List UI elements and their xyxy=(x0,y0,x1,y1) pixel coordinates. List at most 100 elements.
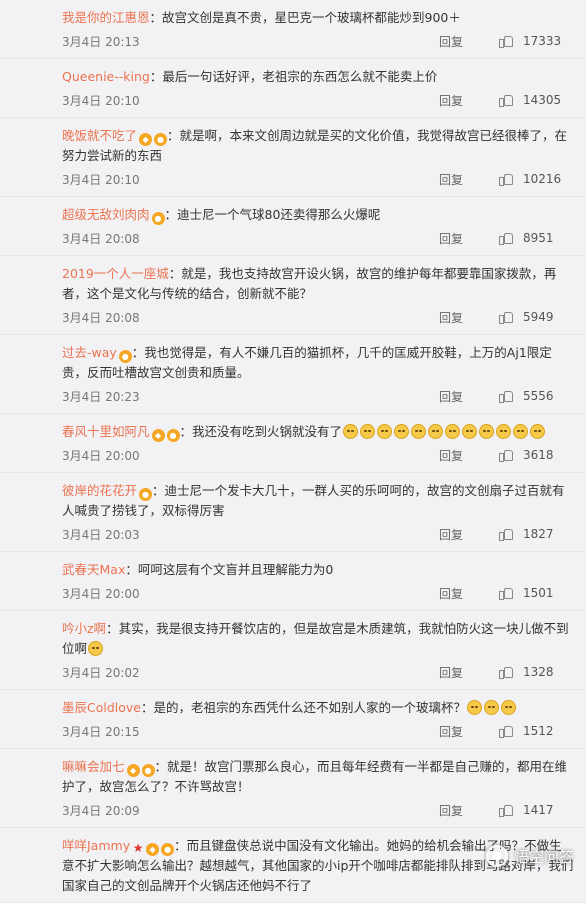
comment-body: ：我还没有吃到火锅就没有了 xyxy=(179,424,343,439)
comment-username[interactable]: 武春天Max xyxy=(62,562,125,577)
comment-meta: 3月4日 20:23 回复 5556 xyxy=(62,385,574,407)
comment-username[interactable]: 吟小z啊 xyxy=(62,621,106,636)
comment-item: 彼岸的花花开 ● ：迪士尼一个发卡大几十，一群人买的乐呵呵的，故宫的文创扇子过百就有… xyxy=(0,473,586,552)
like-button[interactable]: 1417 xyxy=(499,803,574,817)
comment-text-block: 墨辰Coldlove：是的，老祖宗的东西凭什么还不如别人家的一个玻璃杯？ xyxy=(62,698,574,718)
like-button[interactable]: 1328 xyxy=(499,665,574,679)
like-button[interactable]: 3618 xyxy=(499,448,574,462)
reply-button[interactable]: 回复 xyxy=(439,230,499,247)
comment-item: Queenie--king：最后一句话好评，老祖宗的东西怎么就不能卖上价 3月4日… xyxy=(0,59,586,118)
comment-text-block: 我是你的江惠恩：故宫文创是真不贵，星巴克一个玻璃杯都能炒到900＋ xyxy=(62,8,574,28)
reply-button[interactable]: 回复 xyxy=(439,92,499,109)
comment-username[interactable]: 咩咩Jammy xyxy=(62,838,130,853)
wukong-logo-icon xyxy=(485,845,508,867)
v-badge-icon: ● xyxy=(166,429,180,442)
like-button[interactable]: 10216 xyxy=(499,172,574,186)
reply-button[interactable]: 回复 xyxy=(439,723,499,740)
comment-meta: 3月4日 20:00 回复 3618 xyxy=(62,444,574,466)
crying-emoji-icon xyxy=(496,424,512,439)
comment-date: 3月4日 20:02 xyxy=(62,665,140,680)
reply-button[interactable]: 回复 xyxy=(439,388,499,405)
comment-text-block: 嘛嘛会加七 ◆ ● ：就是！故宫门票那么良心，而且每年经费有一半都是自己赚的，都用在维… xyxy=(62,757,574,797)
reply-button[interactable]: 回复 xyxy=(439,447,499,464)
comment-item: 过去-way ● ：我也觉得是，有人不嫌几百的猫抓杯，几千的匡威开胶鞋，上万的Aj1… xyxy=(0,335,586,414)
like-button[interactable]: 1501 xyxy=(499,586,574,600)
comment-date: 3月4日 20:00 xyxy=(62,448,140,463)
crying-emoji-icon xyxy=(467,700,483,715)
comment-date: 3月4日 20:10 xyxy=(62,172,140,187)
reply-button[interactable]: 回复 xyxy=(439,33,499,50)
reply-button[interactable]: 回复 xyxy=(439,664,499,681)
comment-meta: 3月4日 20:08 回复 5949 xyxy=(62,306,574,328)
comment-username[interactable]: 我是你的江惠恩 xyxy=(62,10,150,25)
like-count: 10216 xyxy=(523,172,562,186)
comment-username[interactable]: 嘛嘛会加七 xyxy=(62,759,125,774)
crying-emoji-icon xyxy=(377,424,393,439)
reply-button[interactable]: 回复 xyxy=(439,802,499,819)
like-button[interactable]: 5556 xyxy=(499,389,574,403)
like-count: 1417 xyxy=(523,803,554,817)
comment-text-block: 吟小z啊：其实，我是很支持开餐饮店的，但是故宫是木质建筑，我就怕防火这一块儿做不… xyxy=(62,619,574,659)
thumbs-up-icon xyxy=(499,311,513,324)
comment-meta: 3月4日 20:13 回复 17333 xyxy=(62,30,574,52)
v-badge-icon: ● xyxy=(118,350,132,363)
comment-body: ：最后一句话好评，老祖宗的东西怎么就不能卖上价 xyxy=(149,69,438,84)
comment-date: 3月4日 20:00 xyxy=(62,586,140,601)
comment-username[interactable]: 晚饭就不吃了 xyxy=(62,128,137,143)
crying-emoji-icon xyxy=(445,424,461,439)
comment-username[interactable]: 2019一个人一座城 xyxy=(62,266,169,281)
thumbs-up-icon xyxy=(499,232,513,245)
vip-badge-icon: ◆ xyxy=(126,764,140,777)
comment-meta: 3月4日 20:09 回复 1417 xyxy=(62,799,574,821)
v-badge-icon: ● xyxy=(154,133,168,146)
comment-date: 3月4日 20:03 xyxy=(62,527,140,542)
comment-body: ：我也觉得是，有人不嫌几百的猫抓杯，几千的匡威开胶鞋，上万的Aj1限定贵，反而吐… xyxy=(62,345,552,380)
like-button[interactable]: 17333 xyxy=(499,34,574,48)
comment-username[interactable]: 彼岸的花花开 xyxy=(62,483,137,498)
v-badge-icon: ● xyxy=(161,843,175,856)
crying-emoji-icon xyxy=(462,424,478,439)
like-button[interactable]: 1512 xyxy=(499,724,574,738)
comment-username[interactable]: 超级无敌刘肉肉 xyxy=(62,207,150,222)
like-button[interactable]: 14305 xyxy=(499,93,574,107)
comment-username[interactable]: Queenie--king xyxy=(62,69,150,84)
comment-item: 超级无敌刘肉肉 ● ：迪士尼一个气球80还卖得那么火爆呢 3月4日 20:08 回复 89… xyxy=(0,197,586,256)
comment-meta: 3月4日 20:00 回复 1501 xyxy=(62,582,574,604)
like-button[interactable]: 5949 xyxy=(499,310,574,324)
crying-emoji-icon xyxy=(479,424,495,439)
comment-date: 3月4日 20:23 xyxy=(62,389,140,404)
comment-item: 我是你的江惠恩：故宫文创是真不贵，星巴克一个玻璃杯都能炒到900＋ 3月4日 20… xyxy=(0,0,586,59)
comment-text-block: 超级无敌刘肉肉 ● ：迪士尼一个气球80还卖得那么火爆呢 xyxy=(62,205,574,225)
comment-item: 2019一个人一座城：就是，我也支持故宫开设火锅，故宫的维护每年都要靠国家拨款，… xyxy=(0,256,586,335)
comment-text-block: 过去-way ● ：我也觉得是，有人不嫌几百的猫抓杯，几千的匡威开胶鞋，上万的Aj1… xyxy=(62,343,574,383)
comment-list: 我是你的江惠恩：故宫文创是真不贵，星巴克一个玻璃杯都能炒到900＋ 3月4日 20… xyxy=(0,0,586,903)
reply-button[interactable]: 回复 xyxy=(439,526,499,543)
crying-emoji-icon xyxy=(484,700,500,715)
crying-emoji-icon xyxy=(530,424,546,439)
comment-body: ：呵呵这层有个文盲并且理解能力为0 xyxy=(125,562,334,577)
like-count: 17333 xyxy=(523,34,562,48)
v-badge-icon: ● xyxy=(141,764,155,777)
reply-button[interactable]: 回复 xyxy=(439,309,499,326)
like-count: 1512 xyxy=(523,724,554,738)
comment-username[interactable]: 墨辰Coldlove xyxy=(62,700,141,715)
like-button[interactable]: 8951 xyxy=(499,231,574,245)
reply-button[interactable]: 回复 xyxy=(439,171,499,188)
comment-meta: 3月4日 20:03 回复 1827 xyxy=(62,523,574,545)
comment-body: ：迪士尼一个发卡大几十，一群人买的乐呵呵的，故宫的文创扇子过百就有人喊贵了捞钱了… xyxy=(62,483,565,518)
comment-meta: 3月4日 20:08 回复 8951 xyxy=(62,227,574,249)
watermark-text: 悟空问答 xyxy=(513,847,574,866)
comment-username[interactable]: 春风十里如阿凡 xyxy=(62,424,150,439)
thumbs-up-icon xyxy=(499,173,513,186)
comment-meta: 3月4日 20:10 回复 14305 xyxy=(62,89,574,111)
comment-username[interactable]: 过去-way xyxy=(62,345,117,360)
crying-emoji-icon xyxy=(394,424,410,439)
comment-body: ：就是啊，本来文创周边就是买的文化价值，我觉得故宫已经很棒了，在努力尝试新的东西 xyxy=(62,128,568,163)
like-button[interactable]: 1827 xyxy=(499,527,574,541)
thumbs-up-icon xyxy=(499,666,513,679)
comment-date: 3月4日 20:13 xyxy=(62,34,140,49)
crying-emoji-icon xyxy=(88,641,104,656)
comment-meta: 3月4日 20:15 回复 1512 xyxy=(62,720,574,742)
reply-button[interactable]: 回复 xyxy=(439,585,499,602)
comment-item: 嘛嘛会加七 ◆ ● ：就是！故宫门票那么良心，而且每年经费有一半都是自己赚的，都用在维… xyxy=(0,749,586,828)
